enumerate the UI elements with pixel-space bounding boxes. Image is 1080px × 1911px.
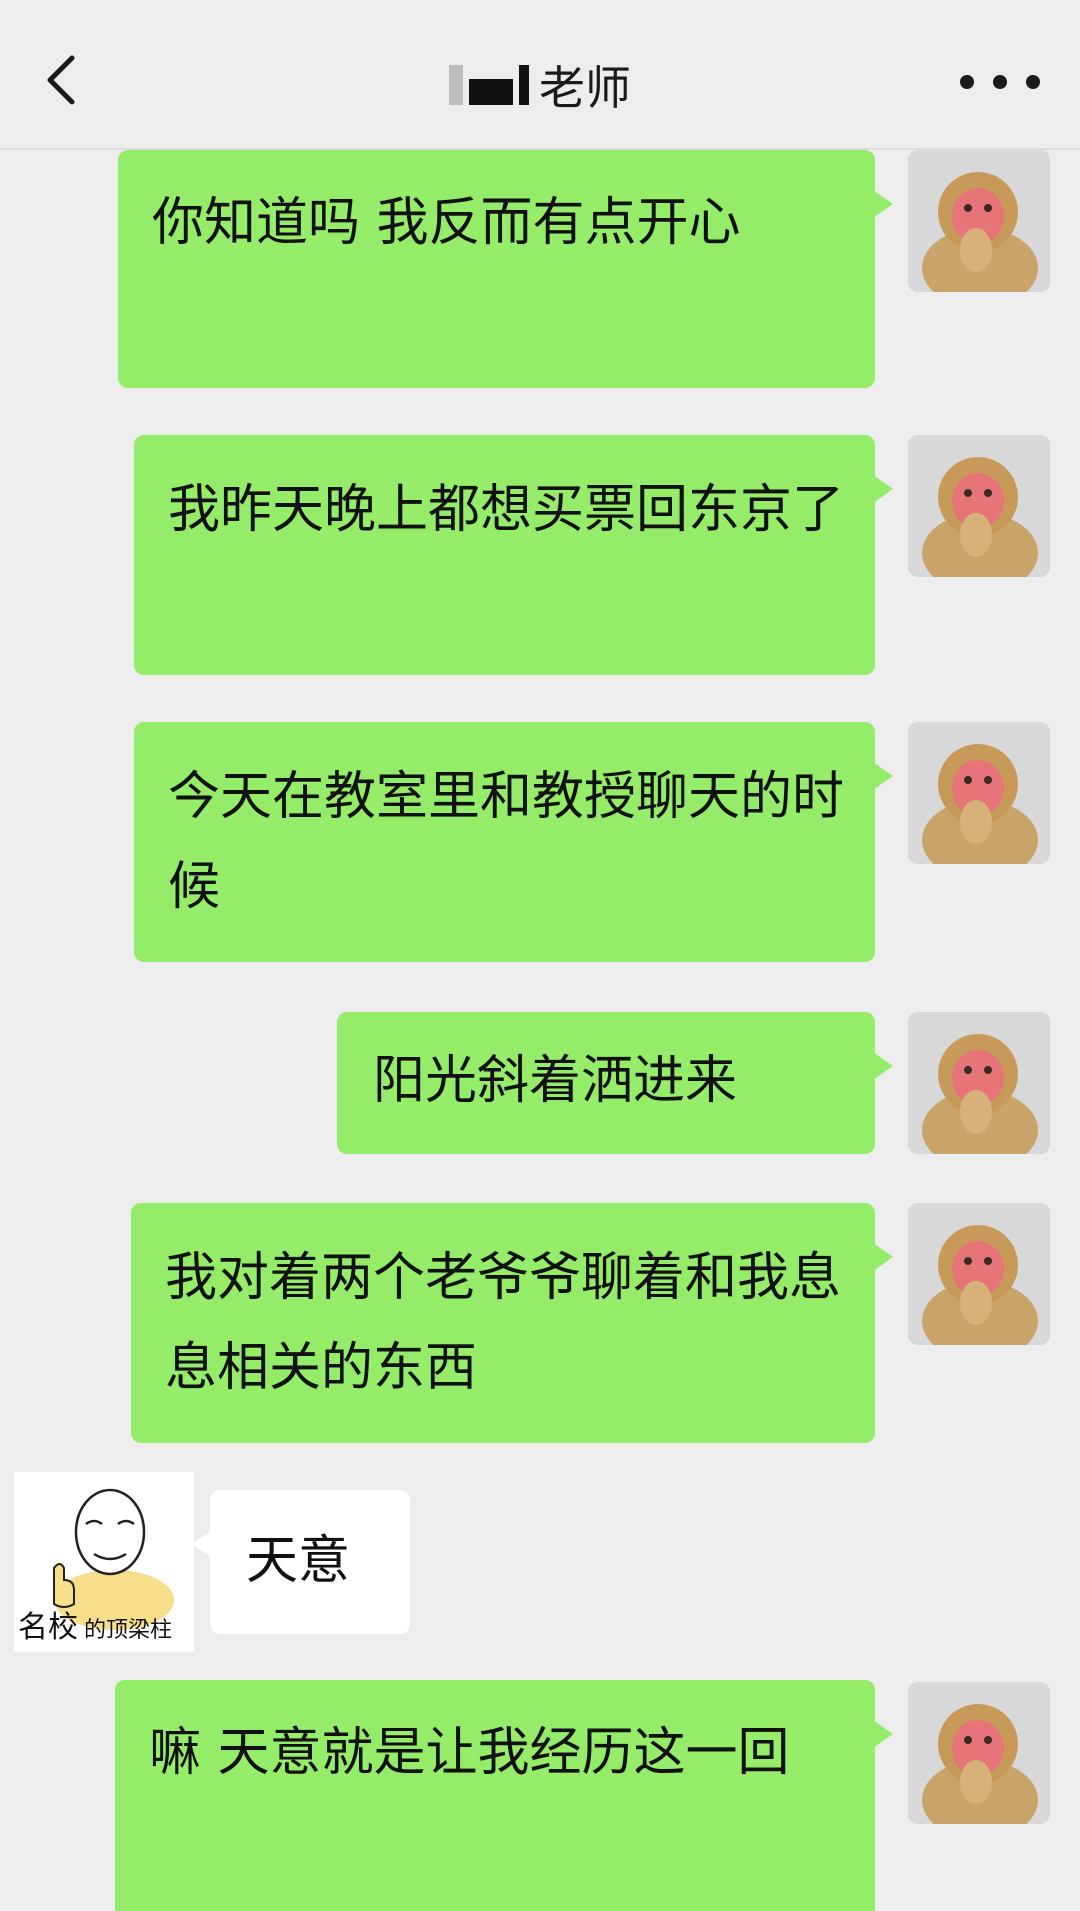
self-avatar[interactable] [908,150,1050,292]
more-dots-icon [960,75,974,89]
message-bubble-other[interactable]: 天意 [192,1490,410,1634]
redacted-name-block [449,65,463,105]
message-text: 我对着两个老爷爷聊着和我息息相关的东西 [165,1248,842,1398]
meme-caption: 名校 的顶梁柱 [18,1602,172,1646]
message-text: 我昨天晚上都想买票回东京了 [168,480,845,540]
message-bubble-self[interactable]: 阳光斜着洒进来 [337,1012,893,1154]
monkey-avatar-icon [908,1203,1050,1345]
other-avatar[interactable]: 名校 的顶梁柱 [14,1472,194,1652]
self-avatar[interactable] [908,1682,1050,1824]
message-bubble-self[interactable]: 你知道吗 我反而有点开心 [118,150,893,388]
message-bubble-self[interactable]: 我对着两个老爷爷聊着和我息息相关的东西 [131,1203,893,1443]
more-dots-icon [1026,75,1040,89]
monkey-avatar-icon [908,150,1050,292]
message-text: 你知道吗 我反而有点开心 [152,193,741,253]
monkey-avatar-icon [908,435,1050,577]
message-bubble-self[interactable]: 今天在教室里和教授聊天的时候 [134,722,893,962]
self-avatar[interactable] [908,435,1050,577]
redacted-name-block [469,79,513,105]
message-text: 天意 [246,1531,351,1591]
self-avatar[interactable] [908,1012,1050,1154]
page-title: 老师 [539,61,631,115]
message-text: 嘛 天意就是让我经历这一回 [149,1723,790,1783]
chat-title: 老师 [449,52,631,118]
more-options-button[interactable] [960,62,1040,102]
meme-caption-small: 的顶梁柱 [84,1618,173,1643]
chevron-left-icon [47,55,75,105]
self-avatar[interactable] [908,1203,1050,1345]
back-button[interactable] [30,50,90,110]
more-dots-icon [993,75,1007,89]
monkey-avatar-icon [908,722,1050,864]
redacted-name-block [519,65,529,105]
message-bubble-self[interactable]: 嘛 天意就是让我经历这一回 [115,1680,893,1911]
chat-header: 老师 [0,0,1080,150]
monkey-avatar-icon [908,1682,1050,1824]
meme-caption-big: 名校 [18,1610,78,1645]
message-text: 阳光斜着洒进来 [373,1051,738,1111]
message-bubble-self[interactable]: 我昨天晚上都想买票回东京了 [134,435,893,675]
monkey-avatar-icon [908,1012,1050,1154]
self-avatar[interactable] [908,722,1050,864]
message-text: 今天在教室里和教授聊天的时候 [168,767,845,917]
